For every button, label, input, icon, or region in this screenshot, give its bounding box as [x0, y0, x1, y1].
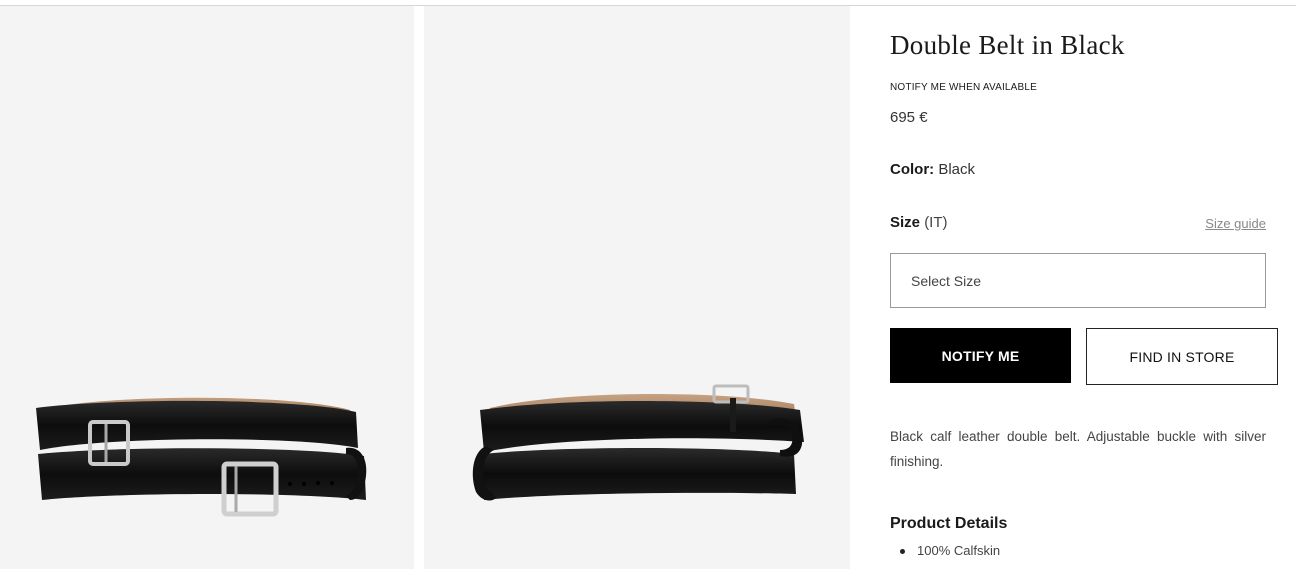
- size-unit: (IT): [924, 214, 948, 231]
- product-price: 695 €: [890, 109, 928, 126]
- product-details-list: 100% Calfskin: [890, 541, 1000, 561]
- color-row: Color: Black: [890, 161, 975, 178]
- detail-text: 100% Calfskin: [917, 543, 1001, 558]
- bullet-icon: [900, 548, 905, 554]
- size-select[interactable]: Select Size: [890, 253, 1266, 308]
- product-details-heading: Product Details: [890, 515, 1008, 532]
- list-item: 100% Calfskin: [890, 541, 1000, 561]
- size-row: Size (IT): [890, 214, 948, 231]
- size-select-placeholder: Select Size: [911, 272, 982, 289]
- product-image-side[interactable]: [424, 6, 850, 569]
- size-label: Size: [890, 214, 921, 231]
- belt-front-illustration: [36, 397, 367, 517]
- notify-me-button[interactable]: NOTIFY ME: [890, 328, 1071, 383]
- product-title: Double Belt in Black: [890, 30, 1125, 60]
- notify-when-available-text: NOTIFY ME WHEN AVAILABLE: [890, 82, 1038, 93]
- size-guide-link[interactable]: Size guide: [1205, 216, 1266, 231]
- color-label: Color:: [890, 161, 935, 178]
- find-in-store-button[interactable]: FIND IN STORE: [1086, 328, 1278, 385]
- product-description: Black calf leather double belt. Adjustab…: [890, 429, 1266, 469]
- belt-side-illustration: [472, 384, 804, 501]
- color-value: Black: [938, 161, 976, 178]
- product-image-front[interactable]: [0, 6, 414, 569]
